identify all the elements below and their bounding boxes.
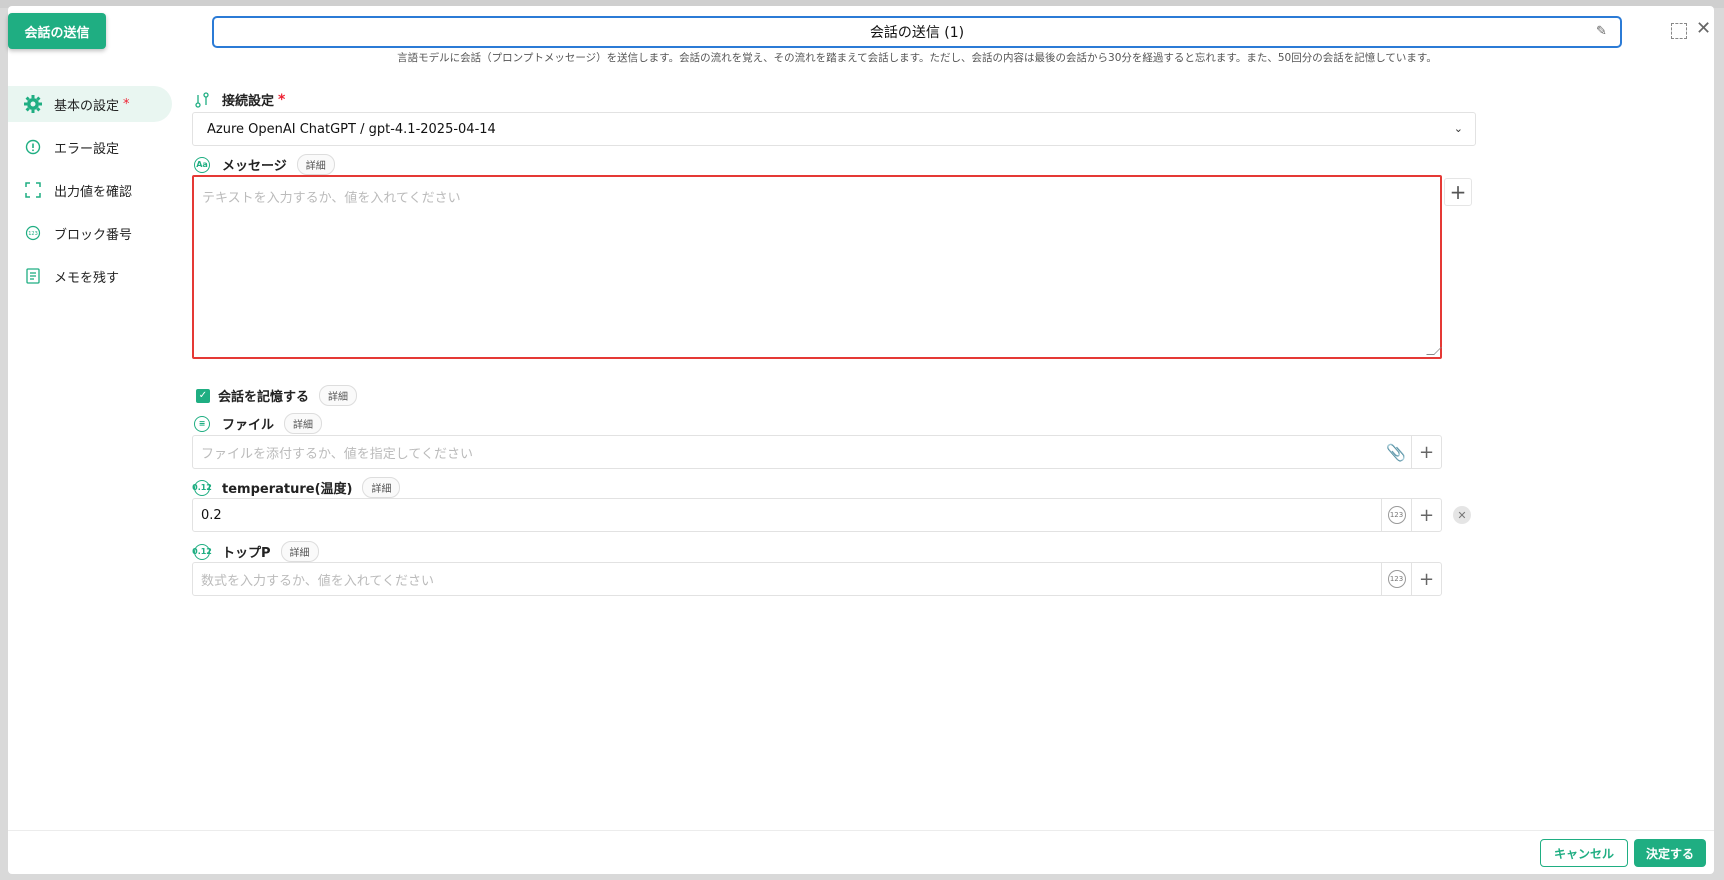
message-label: Aa メッセージ 詳細 xyxy=(194,154,335,175)
file-input-tools: 📎 + xyxy=(1381,436,1441,468)
detail-badge[interactable]: 詳細 xyxy=(319,385,358,406)
detail-badge[interactable]: 詳細 xyxy=(284,413,323,434)
remember-checkbox[interactable]: ✓ xyxy=(196,388,210,403)
numeric-mode-button[interactable]: 123 xyxy=(1381,499,1411,531)
number-circle-icon: 123 xyxy=(1387,506,1406,524)
decimal-number-icon: 0.12 xyxy=(192,479,212,496)
sidebar-item-basic-settings[interactable]: 基本の設定 * xyxy=(8,86,172,122)
temperature-clear-button[interactable]: ✕ xyxy=(1453,506,1471,524)
sidebar-item-check-output[interactable]: 出力値を確認 xyxy=(8,172,172,208)
settings-sidebar: 基本の設定 * エラー設定 出力値を確認 123 ブロック番号 メモを残す xyxy=(8,86,172,301)
footer-divider xyxy=(8,830,1714,831)
temperature-input[interactable]: 0.2 123 + xyxy=(192,498,1442,532)
note-icon xyxy=(22,265,44,287)
temperature-label-text: temperature(温度) xyxy=(222,482,353,497)
remember-label: ✓ 会話を記憶する 詳細 xyxy=(196,385,358,406)
chevron-down-icon: ⌄ xyxy=(1453,122,1463,135)
frame-corners-icon xyxy=(22,179,44,201)
message-textarea[interactable]: テキストを入力するか、値を入れてください xyxy=(192,175,1442,359)
file-icon: ≡ xyxy=(194,415,210,432)
paperclip-icon[interactable]: 📎 xyxy=(1381,436,1411,468)
confirm-button[interactable]: 決定する xyxy=(1634,839,1706,867)
resize-handle-icon[interactable] xyxy=(1426,347,1442,355)
numeric-mode-button[interactable]: 123 xyxy=(1381,563,1411,595)
block-settings-modal: 会話の送信 会話の送信 (1) ✎ 言語モデルに会話（プロンプトメッセージ）を送… xyxy=(8,6,1714,874)
temperature-add-button[interactable]: + xyxy=(1411,499,1441,531)
sidebar-item-error-settings[interactable]: エラー設定 xyxy=(8,129,172,165)
file-add-button[interactable]: + xyxy=(1411,436,1441,468)
connection-select-value: Azure OpenAI ChatGPT / gpt-4.1-2025-04-1… xyxy=(207,121,496,137)
message-placeholder: テキストを入力するか、値を入れてください xyxy=(202,191,461,206)
top-p-input[interactable]: 数式を入力するか、値を入れてください 123 + xyxy=(192,562,1442,596)
connection-label-text: 接続設定 xyxy=(222,94,275,109)
alert-circle-icon xyxy=(22,136,44,158)
block-description: 言語モデルに会話（プロンプトメッセージ）を送信します。会話の流れを覚え、その流れ… xyxy=(397,52,1437,64)
required-mark: * xyxy=(278,91,286,108)
number-circle-icon: 123 xyxy=(1387,570,1406,588)
message-add-button[interactable]: + xyxy=(1444,178,1472,206)
number-circle-icon: 123 xyxy=(22,222,44,244)
detail-badge[interactable]: 詳細 xyxy=(362,477,401,498)
detail-badge[interactable]: 詳細 xyxy=(296,154,335,175)
sidebar-item-memo[interactable]: メモを残す xyxy=(8,258,172,294)
text-aa-icon: Aa xyxy=(194,156,210,173)
connection-label: 接続設定 * xyxy=(194,90,285,109)
block-title-input[interactable]: 会話の送信 (1) ✎ xyxy=(212,16,1622,48)
svg-text:123: 123 xyxy=(28,231,38,237)
sidebar-item-label: メモを残す xyxy=(54,270,120,286)
top-p-input-tools: 123 + xyxy=(1381,563,1441,595)
block-type-tag: 会話の送信 xyxy=(8,13,106,49)
file-label: ≡ ファイル 詳細 xyxy=(194,413,323,434)
block-title-text: 会話の送信 (1) xyxy=(869,25,965,41)
connection-select[interactable]: Azure OpenAI ChatGPT / gpt-4.1-2025-04-1… xyxy=(192,112,1476,146)
sidebar-item-label: エラー設定 xyxy=(54,141,120,157)
top-p-add-button[interactable]: + xyxy=(1411,563,1441,595)
sidebar-item-label: 出力値を確認 xyxy=(54,184,133,200)
gear-icon xyxy=(22,93,44,115)
top-p-label-text: トップP xyxy=(222,546,271,561)
remember-label-text: 会話を記憶する xyxy=(218,390,310,405)
temperature-value: 0.2 xyxy=(201,507,222,523)
required-mark: * xyxy=(123,96,130,112)
select-area-icon[interactable] xyxy=(1671,23,1687,39)
decimal-number-icon: 0.12 xyxy=(192,543,212,560)
close-icon[interactable]: ✕ xyxy=(1696,20,1711,38)
temperature-input-tools: 123 + xyxy=(1381,499,1441,531)
temperature-label: 0.12 temperature(温度) 詳細 xyxy=(192,477,401,498)
file-input[interactable]: ファイルを添付するか、値を指定してください 📎 + xyxy=(192,435,1442,469)
file-label-text: ファイル xyxy=(222,418,275,433)
sidebar-item-label: ブロック番号 xyxy=(54,227,133,243)
top-p-placeholder: 数式を入力するか、値を入れてください xyxy=(201,573,434,589)
detail-badge[interactable]: 詳細 xyxy=(280,541,319,562)
top-p-label: 0.12 トップP 詳細 xyxy=(192,541,319,562)
file-placeholder: ファイルを添付するか、値を指定してください xyxy=(201,446,473,462)
pencil-icon[interactable]: ✎ xyxy=(1596,25,1610,39)
sidebar-item-label: 基本の設定 xyxy=(54,98,120,114)
connection-plug-icon xyxy=(194,91,210,108)
sidebar-item-block-number[interactable]: 123 ブロック番号 xyxy=(8,215,172,251)
message-label-text: メッセージ xyxy=(222,159,287,174)
cancel-button[interactable]: キャンセル xyxy=(1540,839,1628,867)
